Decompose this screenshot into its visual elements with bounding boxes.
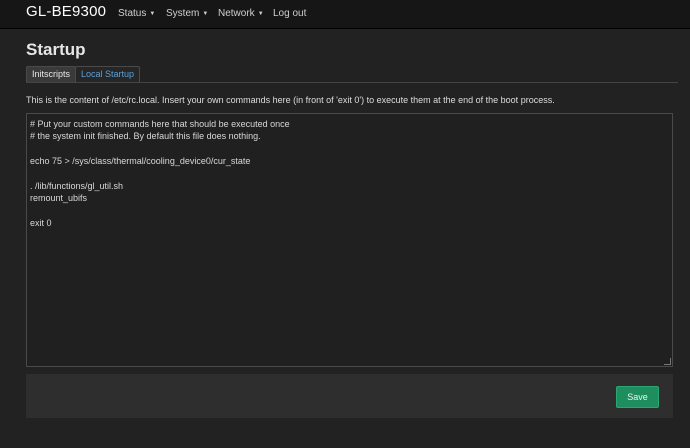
resize-handle-icon[interactable] <box>664 358 671 365</box>
code-line: remount_ubifs <box>30 193 88 204</box>
caret-down-icon: ▼ <box>202 11 209 17</box>
nav-status-label: Status <box>118 8 147 19</box>
page-description: This is the content of /etc/rc.local. In… <box>26 95 555 105</box>
action-bar: Save <box>26 374 673 418</box>
tab-bar: Initscripts Local Startup <box>26 66 678 83</box>
code-line: echo 75 > /sys/class/thermal/cooling_dev… <box>30 156 251 167</box>
tab-initscripts[interactable]: Initscripts <box>26 66 77 82</box>
nav-network-menu[interactable]: Network ▼ <box>218 8 264 19</box>
nav-network-label: Network <box>218 8 255 19</box>
nav-system-menu[interactable]: System ▼ <box>166 8 208 19</box>
save-button[interactable]: Save <box>616 386 659 408</box>
nav-status-menu[interactable]: Status ▼ <box>118 8 155 19</box>
code-line: . /lib/functions/gl_util.sh <box>30 180 124 191</box>
top-navbar: GL-BE9300 Status ▼ System ▼ Network ▼ Log o… <box>0 0 690 29</box>
brand-logo[interactable]: GL-BE9300 <box>26 3 106 20</box>
page-title: Startup <box>26 40 86 59</box>
caret-down-icon: ▼ <box>257 11 264 17</box>
tab-local-startup[interactable]: Local Startup <box>75 66 141 82</box>
nav-logout-link[interactable]: Log out <box>273 8 306 19</box>
rc-local-textarea[interactable]: # Put your custom commands here that sho… <box>26 113 673 367</box>
caret-down-icon: ▼ <box>149 11 156 17</box>
code-line: # Put your custom commands here that sho… <box>30 119 290 129</box>
nav-system-label: System <box>166 8 200 19</box>
code-line: # the system init finished. By default t… <box>30 131 261 142</box>
code-line: exit 0 <box>30 218 52 229</box>
